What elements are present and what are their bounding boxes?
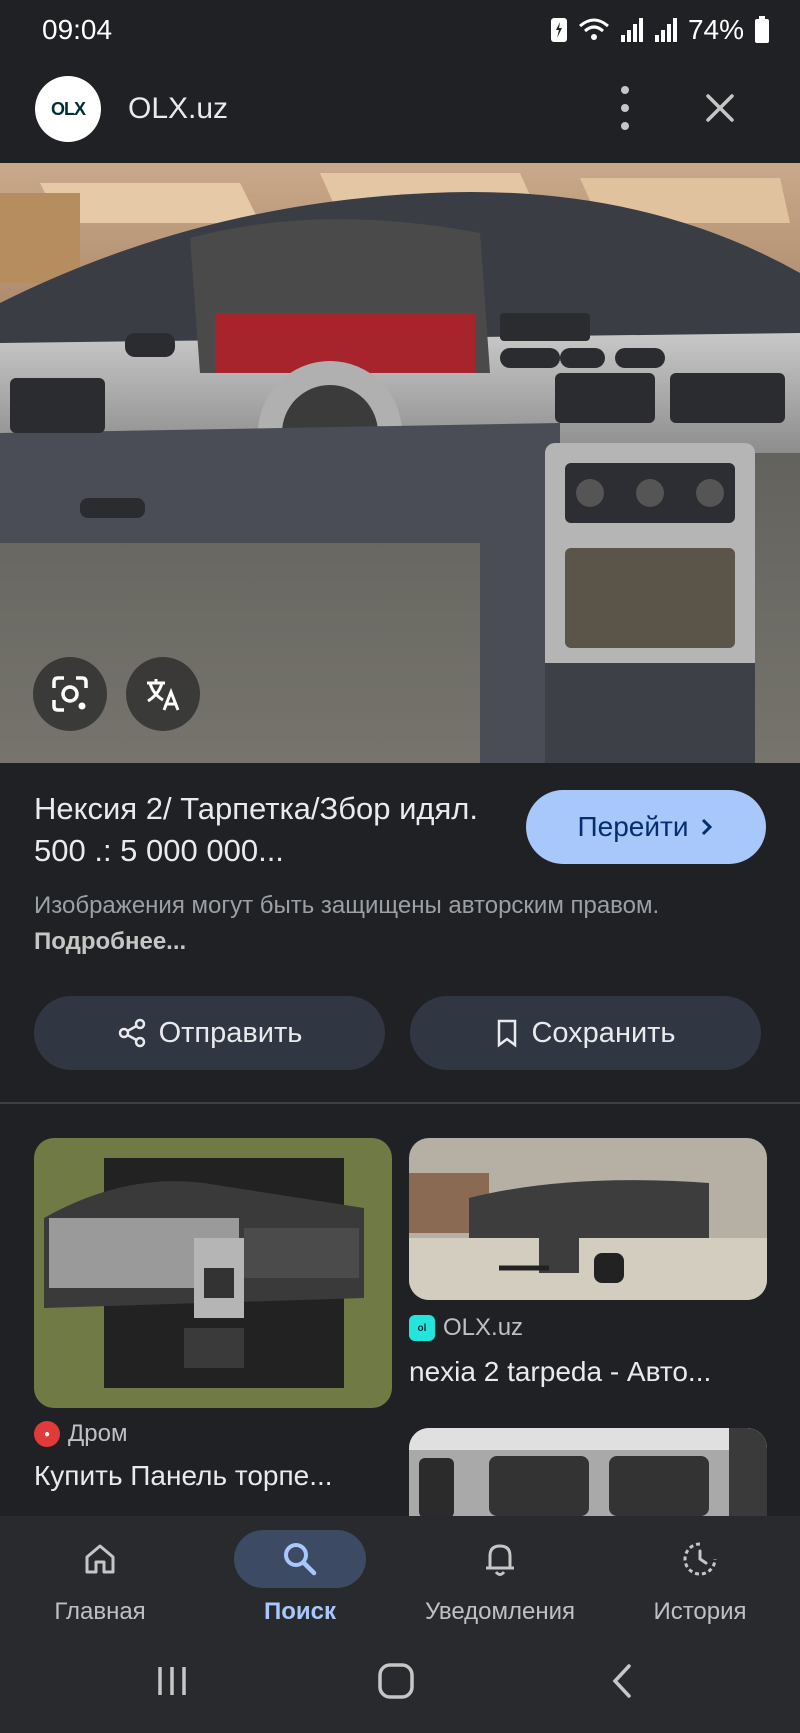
lens-icon	[52, 676, 88, 712]
learn-more-link[interactable]: Подробнее...	[34, 928, 186, 955]
back-button[interactable]	[592, 1656, 652, 1706]
translate-button[interactable]	[126, 657, 200, 731]
signal-icon	[620, 18, 643, 42]
related-source-label-1: Дром	[68, 1420, 128, 1447]
related-title-1[interactable]: Купить Панель торпе...	[34, 1460, 394, 1492]
save-button[interactable]: Сохранить	[410, 996, 761, 1070]
recent-apps-button[interactable]	[142, 1656, 202, 1706]
system-navigation-bar	[0, 1626, 800, 1733]
share-icon	[118, 1018, 145, 1048]
copyright-text: Изображения могут быть защищены авторски…	[34, 892, 660, 919]
related-source-label-2: OLX.uz	[443, 1314, 524, 1341]
dashboard-photo	[0, 163, 800, 763]
site-logo[interactable]: OLX	[35, 76, 101, 142]
olx-logo-icon: ol	[409, 1315, 435, 1341]
status-bar: 09:04 74%	[0, 0, 800, 58]
related-image-1[interactable]	[34, 1138, 392, 1408]
related-results: ● Дром Купить Панель торпе... ol OLX.uz …	[0, 1104, 800, 1516]
visit-label: Перейти	[577, 811, 689, 842]
home-icon	[85, 1544, 115, 1574]
related-source-1[interactable]: ● Дром	[34, 1420, 127, 1448]
history-icon	[683, 1542, 717, 1576]
home-circle-icon	[378, 1663, 414, 1699]
nav-search[interactable]: Поиск	[200, 1516, 400, 1626]
status-time: 09:04	[42, 14, 113, 45]
related-title-2[interactable]: nexia 2 tarpeda - Авто...	[409, 1356, 769, 1388]
recent-apps-icon	[158, 1667, 186, 1695]
signal-icon-2	[654, 18, 677, 42]
site-logo-text: OLX	[50, 98, 86, 119]
bell-icon	[486, 1544, 514, 1576]
nav-home[interactable]: Главная	[0, 1516, 200, 1626]
battery-percent: 74%	[687, 14, 744, 45]
status-icons: 74%	[550, 14, 770, 46]
close-icon[interactable]	[700, 88, 740, 128]
app-header: OLX OLX.uz	[0, 58, 800, 162]
search-icon	[284, 1543, 317, 1576]
bottom-navigation: Главная Поиск Уведомления История	[0, 1516, 800, 1626]
nav-notifications-label: Уведомления	[424, 1598, 576, 1625]
translate-icon	[147, 679, 180, 711]
nav-search-label: Поиск	[263, 1598, 337, 1625]
chevron-right-icon	[702, 818, 713, 836]
related-source-2[interactable]: ol OLX.uz	[409, 1314, 523, 1342]
back-icon	[612, 1664, 631, 1698]
home-button[interactable]	[366, 1656, 426, 1706]
share-label: Отправить	[158, 1016, 303, 1049]
data-saver-icon	[550, 18, 567, 42]
nav-history-label: История	[653, 1598, 747, 1625]
result-title[interactable]: Нексия 2/ Тарпетка/Збор идял. 500 .: 5 0…	[34, 788, 494, 872]
bookmark-icon	[498, 1019, 517, 1048]
google-lens-button[interactable]	[33, 657, 107, 731]
battery-icon	[755, 16, 769, 43]
share-button[interactable]: Отправить	[34, 996, 385, 1070]
drom-logo-icon: ●	[34, 1421, 60, 1447]
visit-button[interactable]: Перейти	[526, 790, 766, 864]
main-image[interactable]	[0, 163, 800, 763]
related-image-3[interactable]	[409, 1428, 767, 1516]
site-name[interactable]: OLX.uz	[128, 92, 228, 126]
more-options-icon[interactable]	[610, 86, 640, 130]
wifi-icon	[578, 18, 609, 40]
save-label: Сохранить	[531, 1016, 676, 1049]
nav-notifications[interactable]: Уведомления	[400, 1516, 600, 1626]
nav-history[interactable]: История	[600, 1516, 800, 1626]
nav-home-label: Главная	[54, 1598, 146, 1625]
copyright-notice: Изображения могут быть защищены авторски…	[34, 888, 734, 960]
related-image-2[interactable]	[409, 1138, 767, 1300]
